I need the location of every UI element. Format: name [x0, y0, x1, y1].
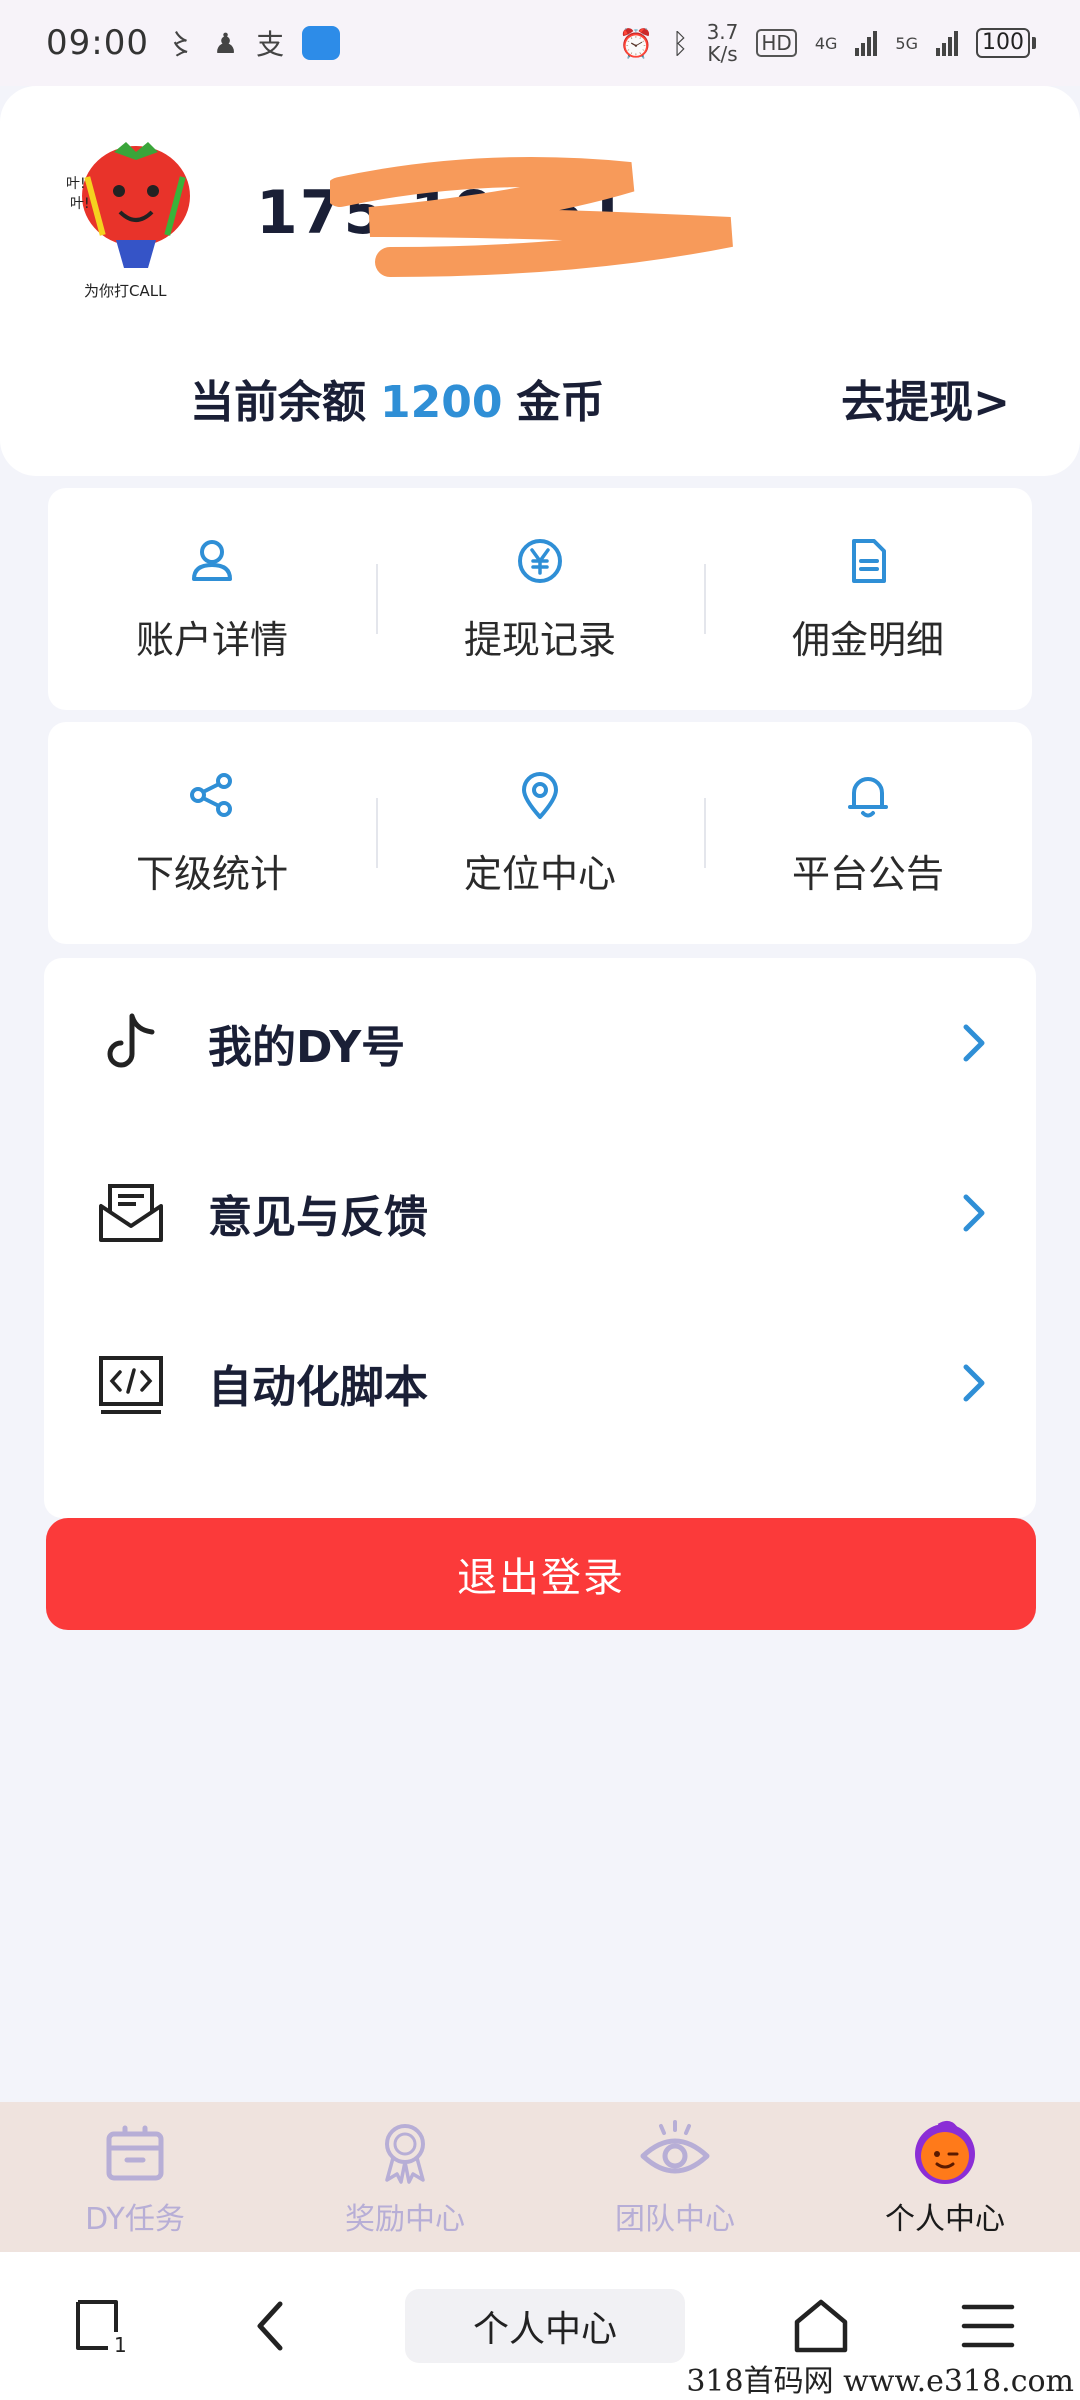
svg-text:叶!: 叶! — [66, 176, 86, 192]
location-pin-icon — [522, 771, 558, 819]
chevron-right-icon — [963, 1364, 985, 1402]
svg-text:为你打CALL: 为你打CALL — [84, 282, 167, 300]
menu-item-label: 我的DY号 — [208, 1022, 406, 1073]
battery-icon: 100 — [976, 28, 1036, 58]
hd-icon: HD — [756, 29, 797, 57]
tiktok-icon — [107, 1013, 155, 1068]
gift-box-icon — [106, 2125, 164, 2181]
logout-button[interactable]: 退出登录 — [46, 1518, 1036, 1630]
hamburger-menu-icon — [961, 2304, 1015, 2348]
tab-label: 团队中心 — [615, 2202, 735, 2237]
share-icon — [190, 772, 232, 817]
menu-list-card: 我的DY号 意见与反馈 自动化脚本 — [44, 958, 1036, 1518]
location-center-label: 定位中心 — [463, 851, 616, 896]
status-bar-right: ⏰ ᛒ 3.7 K/s HD 4G 5G 100 — [619, 21, 1036, 65]
menu-item-dy-account[interactable]: 我的DY号 — [44, 958, 1036, 1128]
bottom-tab-bar: DY任务 奖励中心 团队中心 个人中心 — [0, 2102, 1080, 2252]
tab-team-center[interactable]: 团队中心 — [540, 2102, 810, 2252]
qq-icon: ♟ — [213, 26, 239, 60]
network-speed-unit: K/s — [707, 42, 738, 66]
yen-icon — [518, 538, 562, 583]
tabs-icon: 1 — [76, 2300, 127, 2356]
network-5g-label: 5G — [895, 33, 918, 53]
withdraw-records-button[interactable]: 提现记录 — [376, 488, 704, 710]
balance-amount: 1200 — [380, 377, 503, 428]
mail-icon — [99, 1184, 163, 1242]
page-title-pill[interactable]: 个人中心 — [405, 2289, 685, 2363]
announcements-button[interactable]: 平台公告 — [704, 722, 1032, 944]
avatar-face-icon — [915, 2120, 975, 2184]
quick-actions-card-1: 账户详情 提现记录 佣金明细 — [48, 488, 1032, 710]
tab-dy-tasks[interactable]: DY任务 — [0, 2102, 270, 2252]
bell-icon — [848, 776, 888, 817]
back-arrow-icon — [257, 2301, 282, 2351]
menu-item-label: 自动化脚本 — [208, 1362, 428, 1413]
announcements-label: 平台公告 — [791, 851, 944, 896]
tab-label: 奖励中心 — [345, 2202, 465, 2237]
medal-icon — [385, 2124, 425, 2184]
signal-icon — [855, 30, 878, 56]
menu-item-label: 意见与反馈 — [208, 1192, 428, 1243]
account-details-label: 账户详情 — [135, 617, 288, 662]
commission-details-button[interactable]: 佣金明细 — [704, 488, 1032, 710]
tabs-count: 1 — [114, 2333, 127, 2356]
notification-icon: 〻 — [166, 28, 195, 61]
quick-actions-card-2: 下级统计 定位中心 平台公告 — [48, 722, 1032, 944]
home-icon — [794, 2299, 847, 2353]
back-button[interactable] — [238, 2294, 302, 2358]
bluetooth-icon: ᛒ — [671, 26, 689, 60]
location-center-button[interactable]: 定位中心 — [376, 722, 704, 944]
tab-rewards-center[interactable]: 奖励中心 — [270, 2102, 540, 2252]
withdraw-link[interactable]: 去提现> — [841, 366, 1010, 430]
network-4g-label: 4G — [814, 33, 838, 53]
balance-unit: 金币 — [516, 377, 605, 428]
status-bar: 09:00 〻 ♟ 支 ⏰ ᛒ 3.7 K/s HD 4G 5G 100 — [0, 0, 1080, 86]
tab-label: DY任务 — [85, 2202, 185, 2237]
account-details-button[interactable]: 账户详情 — [48, 488, 376, 710]
menu-button[interactable] — [956, 2294, 1020, 2358]
status-time: 09:00 — [46, 23, 149, 63]
commission-details-label: 佣金明细 — [791, 617, 944, 662]
home-button[interactable] — [789, 2294, 853, 2358]
code-icon — [99, 1356, 163, 1414]
chevron-right-icon — [963, 1024, 985, 1062]
user-icon — [192, 539, 232, 581]
subordinate-stats-button[interactable]: 下级统计 — [48, 722, 376, 944]
menu-item-feedback[interactable]: 意见与反馈 — [44, 1128, 1036, 1298]
document-icon — [852, 538, 886, 583]
tab-label: 个人中心 — [885, 2202, 1005, 2237]
battery-level: 100 — [976, 28, 1030, 58]
balance-label: 当前余额 — [190, 377, 366, 428]
profile-card: 叶! 叶! 为你打CALL 175 19061 当前余额 1200 金币 去提现… — [0, 86, 1080, 476]
eye-icon — [640, 2120, 710, 2174]
svg-text:叶!: 叶! — [70, 196, 90, 212]
watermark: 318首码网 www.e318.com — [686, 2356, 1074, 2400]
chevron-right-icon — [963, 1194, 985, 1232]
balance-row: 当前余额 1200 金币 — [190, 366, 604, 430]
redaction-scribble — [330, 157, 733, 277]
menu-item-automation-script[interactable]: 自动化脚本 — [44, 1298, 1036, 1468]
withdraw-records-label: 提现记录 — [463, 617, 616, 662]
subordinate-stats-label: 下级统计 — [135, 851, 288, 896]
status-bar-left: 09:00 〻 ♟ 支 — [46, 23, 341, 63]
alarm-icon: ⏰ — [618, 26, 654, 60]
network-speed-value: 3.7 — [706, 20, 739, 44]
alipay-icon: 支 — [256, 28, 285, 61]
avatar[interactable]: 叶! 叶! 为你打CALL — [64, 136, 204, 306]
signal-icon-2 — [936, 30, 958, 56]
network-speed: 3.7 K/s — [707, 21, 739, 65]
tab-personal-center[interactable]: 个人中心 — [810, 2102, 1080, 2252]
tabs-button[interactable]: 1 — [70, 2294, 134, 2358]
app-notification-icon — [302, 26, 341, 60]
